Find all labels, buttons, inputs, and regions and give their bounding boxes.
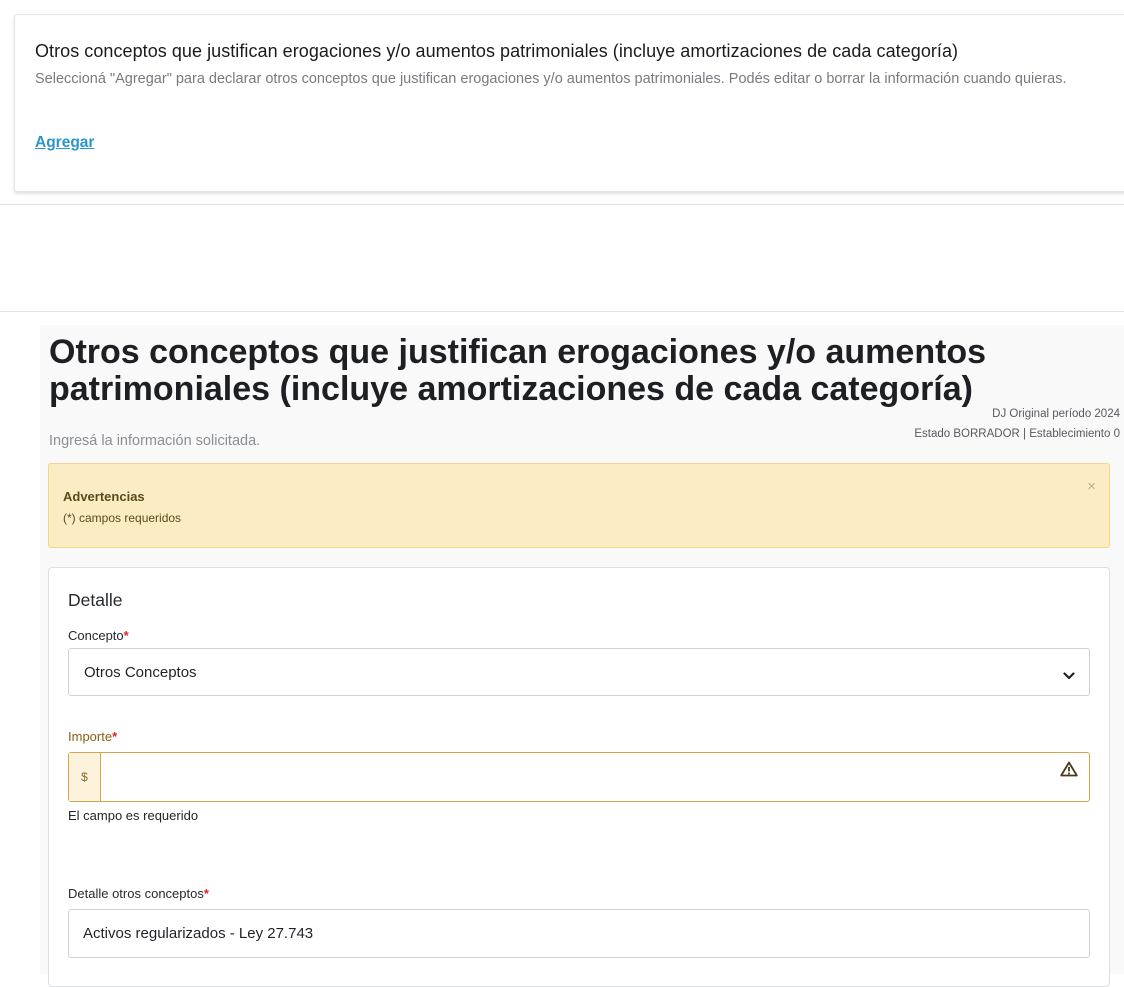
summary-card: Otros conceptos que justifican erogacion…: [14, 14, 1124, 192]
currency-prefix: $: [69, 753, 101, 801]
divider: [0, 204, 1124, 205]
declaration-status: Estado BORRADOR | Establecimiento 0: [914, 428, 1120, 440]
concepto-label: Concepto*: [68, 628, 129, 643]
page-subtitle: Ingresá la información solicitada.: [49, 433, 261, 449]
required-mark: *: [112, 729, 118, 744]
detalle-otros-label: Detalle otros conceptos*: [68, 886, 209, 901]
warning-triangle-icon: [1060, 761, 1078, 782]
close-icon[interactable]: ×: [1087, 478, 1096, 495]
importe-input-group: $: [68, 752, 1090, 802]
alert-text: (*) campos requeridos: [63, 511, 182, 525]
alert-title: Advertencias: [63, 489, 145, 504]
section-title: Detalle: [68, 590, 123, 610]
chevron-down-icon: [1063, 668, 1075, 686]
required-mark: *: [203, 886, 209, 901]
add-link[interactable]: Agregar: [35, 134, 94, 152]
summary-card-description: Seleccioná "Agregar" para declarar otros…: [35, 71, 1067, 87]
summary-card-title: Otros conceptos que justifican erogacion…: [35, 41, 959, 61]
detail-card: Detalle Concepto* Otros Conceptos Import…: [48, 567, 1110, 987]
required-mark: *: [123, 628, 129, 643]
detalle-otros-field: [68, 909, 1090, 958]
warning-alert: Advertencias (*) campos requeridos ×: [48, 463, 1110, 548]
divider: [0, 311, 1124, 312]
concepto-selected-value: Otros Conceptos: [84, 664, 197, 681]
importe-label: Importe*: [68, 729, 118, 744]
detalle-otros-input[interactable]: [69, 910, 1089, 957]
page-title: Otros conceptos que justifican erogacion…: [49, 333, 987, 408]
declaration-period: DJ Original período 2024: [992, 408, 1120, 420]
importe-input[interactable]: [102, 753, 1042, 801]
importe-error-message: El campo es requerido: [68, 808, 199, 823]
concepto-select[interactable]: Otros Conceptos: [68, 648, 1090, 696]
